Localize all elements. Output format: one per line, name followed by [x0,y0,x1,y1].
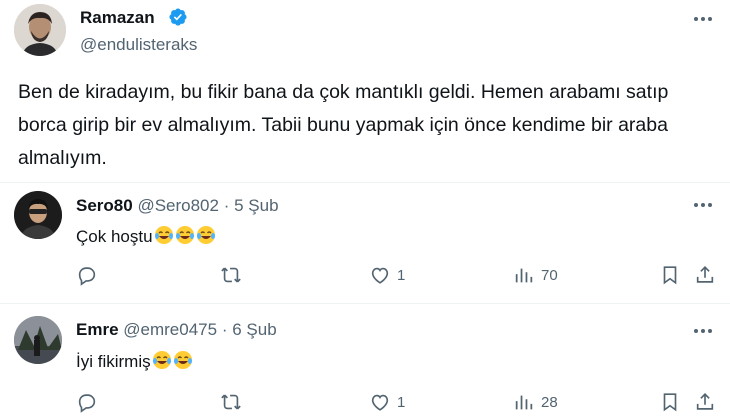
reply-actions: 1 70 [76,263,721,287]
laughing-tears-emoji-icon [152,351,171,369]
retweet-button[interactable] [220,390,242,414]
bookmark-button[interactable] [659,263,681,287]
laughing-tears-emoji-icon [196,226,215,244]
retweet-icon [221,394,241,410]
bookmark-button[interactable] [659,390,681,414]
main-tweet: Ramazan @endulisteraks Ben de kiradayım,… [0,0,730,182]
author-name[interactable]: Ramazan [80,8,155,28]
share-icon [696,266,714,283]
like-button[interactable]: 1 [369,263,405,287]
views-icon [515,268,533,283]
meta-separator: · [223,196,230,215]
like-icon [371,267,389,284]
reply-date[interactable]: 5 Şub [234,196,278,215]
reply-button[interactable] [76,263,98,287]
like-count: 1 [397,266,406,284]
laughing-tears-emoji-icon [175,226,194,244]
tweet-text: Ben de kiradayım, bu fikir bana da çok m… [18,81,669,169]
reply-text-line: İyi fikirmiş [76,350,193,372]
retweet-button[interactable] [220,263,242,287]
retweet-icon [221,267,241,283]
laughing-tears-emoji-icon [173,351,192,369]
bookmark-icon [663,393,677,412]
meta-separator: · [221,320,228,339]
reply-icon [78,394,96,413]
reply-header: Emre @emre0475 · 6 Şub [76,320,277,340]
reply-text: İyi fikirmiş [76,352,151,371]
more-icon[interactable] [690,198,716,212]
bookmark-icon [663,266,677,285]
reply-button[interactable] [76,390,98,414]
reply-avatar[interactable] [14,316,62,364]
reply-handle[interactable]: @Sero802 [137,196,219,215]
more-icon[interactable] [690,324,716,338]
more-icon[interactable] [690,12,716,26]
reply-icon [78,267,96,286]
reply-tweet: Emre @emre0475 · 6 Şub İyi fikirmiş 1 28 [0,304,730,420]
laughing-tears-emoji-icon [154,226,173,244]
verified-badge-icon [169,8,187,26]
reply-handle[interactable]: @emre0475 [123,320,217,339]
reply-header: Sero80 @Sero802 · 5 Şub [76,196,279,216]
like-count: 1 [397,393,406,411]
reply-actions: 1 28 [76,390,721,414]
share-icon [696,393,714,410]
views-button[interactable]: 70 [513,263,558,287]
share-button[interactable] [694,390,716,414]
views-count: 70 [541,266,558,284]
reply-tweet: Sero80 @Sero802 · 5 Şub Çok hoştu 1 70 [0,183,730,303]
like-icon [371,394,389,411]
views-count: 28 [541,393,558,411]
reply-text: Çok hoştu [76,227,153,246]
reply-text-line: Çok hoştu [76,225,216,247]
reply-avatar[interactable] [14,191,62,239]
views-button[interactable]: 28 [513,390,558,414]
reply-display-name[interactable]: Emre [76,320,119,339]
reply-date[interactable]: 6 Şub [232,320,276,339]
like-button[interactable]: 1 [369,390,405,414]
author-handle[interactable]: @endulisteraks [80,35,197,55]
reply-display-name[interactable]: Sero80 [76,196,133,215]
share-button[interactable] [694,263,716,287]
views-icon [515,395,533,410]
author-avatar[interactable] [14,4,66,56]
